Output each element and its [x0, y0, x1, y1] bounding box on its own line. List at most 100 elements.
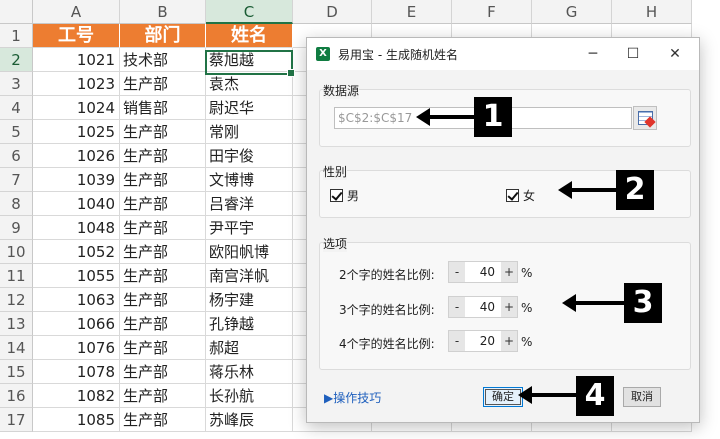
- table-cell[interactable]: 1025: [33, 120, 120, 144]
- column-header-g[interactable]: G: [532, 0, 612, 24]
- table-cell[interactable]: 1066: [33, 312, 120, 336]
- tips-link[interactable]: ▶操作技巧: [324, 389, 381, 406]
- table-cell[interactable]: 杨宇建: [206, 288, 293, 312]
- column-header-c[interactable]: C: [206, 0, 293, 24]
- header-cell[interactable]: 工号: [33, 24, 120, 48]
- table-cell[interactable]: 郝超: [206, 336, 293, 360]
- table-cell[interactable]: 生产部: [120, 360, 206, 384]
- ratio-2-input[interactable]: 40: [465, 262, 501, 282]
- table-cell[interactable]: 1023: [33, 72, 120, 96]
- table-cell[interactable]: 田宇俊: [206, 144, 293, 168]
- table-cell[interactable]: 生产部: [120, 120, 206, 144]
- table-cell[interactable]: 1040: [33, 192, 120, 216]
- decrement-button[interactable]: -: [449, 262, 465, 282]
- row-header[interactable]: 6: [0, 144, 33, 168]
- row-header[interactable]: 17: [0, 408, 33, 432]
- column-header-b[interactable]: B: [120, 0, 206, 24]
- table-cell[interactable]: 生产部: [120, 144, 206, 168]
- row-header[interactable]: 16: [0, 384, 33, 408]
- table-cell[interactable]: 1055: [33, 264, 120, 288]
- maximize-button[interactable]: ☐: [615, 42, 651, 66]
- table-cell[interactable]: 生产部: [120, 264, 206, 288]
- column-header-a[interactable]: A: [33, 0, 120, 24]
- row-header[interactable]: 3: [0, 72, 33, 96]
- column-header-d[interactable]: D: [293, 0, 372, 24]
- table-cell[interactable]: 生产部: [120, 72, 206, 96]
- table-cell[interactable]: 1039: [33, 168, 120, 192]
- ratio-2-stepper: - 40 +: [448, 261, 518, 283]
- male-label: 男: [347, 189, 360, 203]
- percent-label: %: [521, 266, 533, 280]
- row-header[interactable]: 7: [0, 168, 33, 192]
- table-cell[interactable]: 长孙航: [206, 384, 293, 408]
- increment-button[interactable]: +: [501, 297, 517, 317]
- male-checkbox[interactable]: 男: [330, 187, 359, 204]
- header-cell[interactable]: 部门: [120, 24, 206, 48]
- column-header-h[interactable]: H: [612, 0, 692, 24]
- table-cell[interactable]: 生产部: [120, 336, 206, 360]
- table-cell[interactable]: 1076: [33, 336, 120, 360]
- row-header[interactable]: 5: [0, 120, 33, 144]
- table-cell[interactable]: 1048: [33, 216, 120, 240]
- table-cell[interactable]: 生产部: [120, 288, 206, 312]
- table-cell[interactable]: 吕睿洋: [206, 192, 293, 216]
- row-header[interactable]: 10: [0, 240, 33, 264]
- table-cell[interactable]: 销售部: [120, 96, 206, 120]
- table-cell[interactable]: 1021: [33, 48, 120, 72]
- table-cell[interactable]: 蔡旭越: [206, 48, 293, 72]
- dialog-titlebar[interactable]: X 易用宝 - 生成随机姓名 ─ ☐ ✕: [307, 38, 699, 70]
- row-header[interactable]: 11: [0, 264, 33, 288]
- row-header[interactable]: 8: [0, 192, 33, 216]
- table-cell[interactable]: 生产部: [120, 168, 206, 192]
- table-cell[interactable]: 生产部: [120, 408, 206, 432]
- table-cell[interactable]: 蒋乐林: [206, 360, 293, 384]
- table-cell[interactable]: 1052: [33, 240, 120, 264]
- table-cell[interactable]: 1024: [33, 96, 120, 120]
- increment-button[interactable]: +: [501, 262, 517, 282]
- table-cell[interactable]: 生产部: [120, 240, 206, 264]
- table-cell[interactable]: 1085: [33, 408, 120, 432]
- table-cell[interactable]: 1026: [33, 144, 120, 168]
- table-cell[interactable]: 尹平宇: [206, 216, 293, 240]
- table-cell[interactable]: 1063: [33, 288, 120, 312]
- column-header-f[interactable]: F: [452, 0, 532, 24]
- table-cell[interactable]: 生产部: [120, 192, 206, 216]
- decrement-button[interactable]: -: [449, 331, 465, 351]
- ratio-3-input[interactable]: 40: [465, 297, 501, 317]
- range-picker-button[interactable]: [633, 106, 657, 130]
- table-cell[interactable]: 生产部: [120, 216, 206, 240]
- table-cell[interactable]: 技术部: [120, 48, 206, 72]
- table-cell[interactable]: 南宫洋帆: [206, 264, 293, 288]
- female-checkbox[interactable]: 女: [506, 187, 535, 204]
- options-group-label: 选项: [323, 235, 348, 252]
- close-button[interactable]: ✕: [657, 42, 693, 66]
- table-cell[interactable]: 孔铮越: [206, 312, 293, 336]
- table-cell[interactable]: 1082: [33, 384, 120, 408]
- row-header[interactable]: 9: [0, 216, 33, 240]
- cancel-button[interactable]: 取消: [623, 387, 661, 407]
- table-cell[interactable]: 袁杰: [206, 72, 293, 96]
- select-all-corner[interactable]: [0, 0, 33, 24]
- row-header[interactable]: 12: [0, 288, 33, 312]
- increment-button[interactable]: +: [501, 331, 517, 351]
- decrement-button[interactable]: -: [449, 297, 465, 317]
- row-header[interactable]: 13: [0, 312, 33, 336]
- row-header[interactable]: 4: [0, 96, 33, 120]
- table-cell[interactable]: 1078: [33, 360, 120, 384]
- row-header[interactable]: 15: [0, 360, 33, 384]
- minimize-button[interactable]: ─: [575, 42, 611, 66]
- ratio-4-input[interactable]: 20: [465, 331, 501, 351]
- row-header[interactable]: 2: [0, 48, 33, 72]
- table-cell[interactable]: 常刚: [206, 120, 293, 144]
- row-header[interactable]: 1: [0, 24, 33, 48]
- ok-button[interactable]: 确定: [483, 387, 523, 407]
- table-cell[interactable]: 尉迟华: [206, 96, 293, 120]
- table-cell[interactable]: 欧阳帆博: [206, 240, 293, 264]
- column-header-e[interactable]: E: [372, 0, 452, 24]
- row-header[interactable]: 14: [0, 336, 33, 360]
- table-cell[interactable]: 苏峰辰: [206, 408, 293, 432]
- header-cell[interactable]: 姓名: [206, 24, 293, 48]
- table-cell[interactable]: 生产部: [120, 384, 206, 408]
- table-cell[interactable]: 文博博: [206, 168, 293, 192]
- table-cell[interactable]: 生产部: [120, 312, 206, 336]
